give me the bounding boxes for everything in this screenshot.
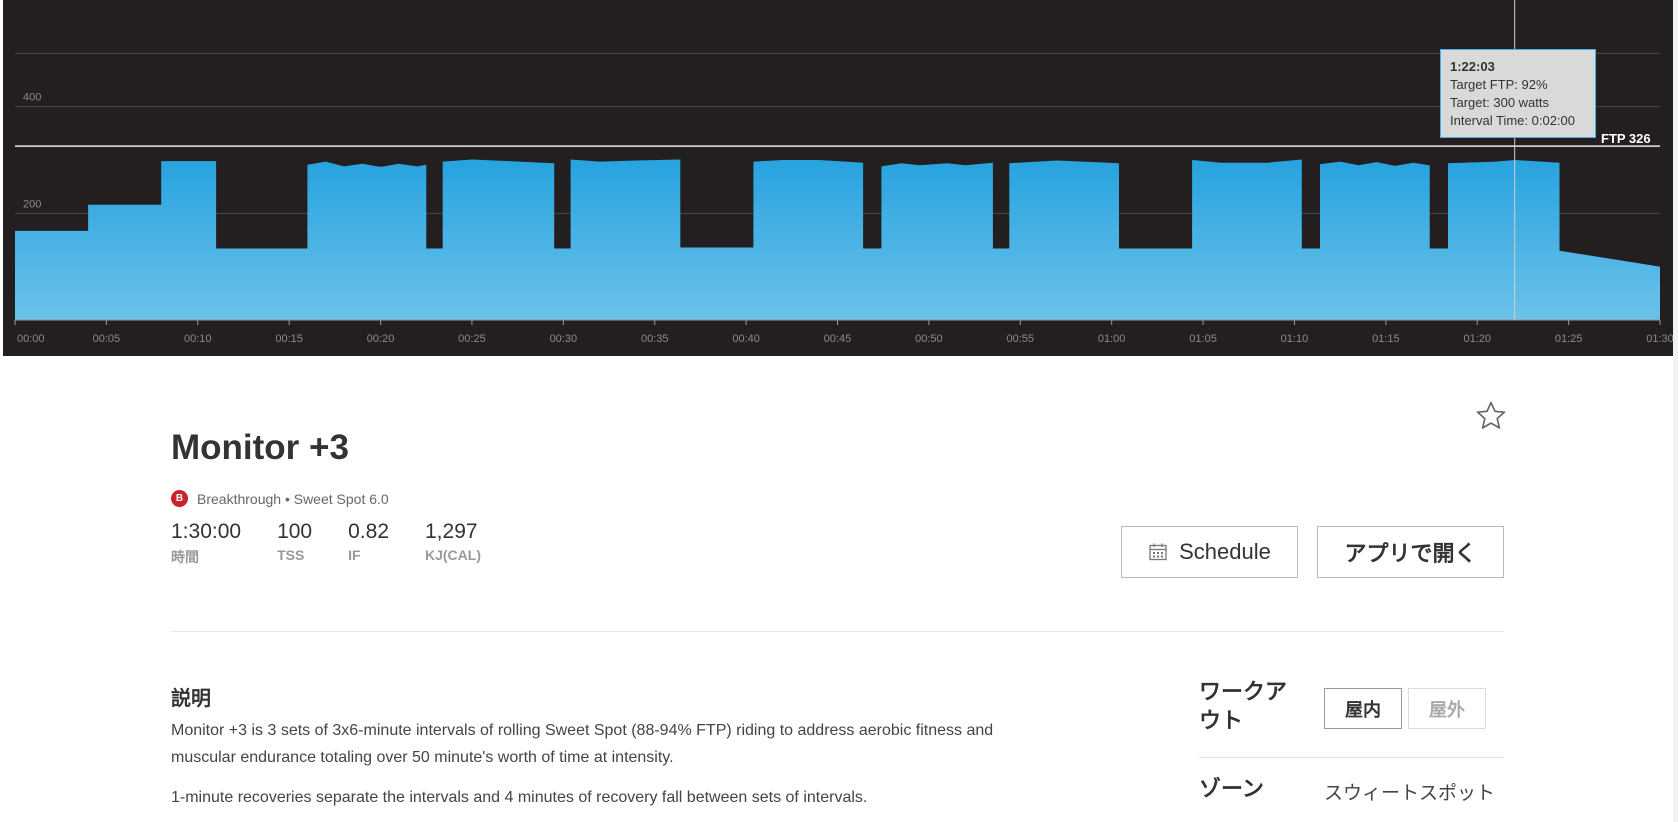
stat-label: KJ(CAL) [425, 547, 481, 563]
x-tick-label: 00:05 [93, 333, 121, 345]
x-tick-label: 00:10 [184, 333, 212, 345]
tooltip-target-ftp: Target FTP: 92% [1450, 77, 1548, 92]
x-tick-label: 01:30 [1646, 333, 1673, 345]
star-outline-icon[interactable] [1474, 399, 1508, 433]
stat-duration: 1:30:00 時間 [171, 520, 241, 567]
calendar-icon [1149, 543, 1167, 561]
power-profile-chart[interactable]: 200 400 00:00 00:05 00:10 00:15 00:20 00:25 00:… [3, 0, 1673, 356]
workout-chart[interactable]: 200 400 00:00 00:05 00:10 00:15 00:20 00:25 00:… [3, 0, 1673, 356]
outdoor-toggle[interactable]: 屋外 [1408, 688, 1486, 729]
x-tick-label: 01:15 [1372, 333, 1400, 345]
chart-tooltip: 1:22:03 Target FTP: 92% Target: 300 watt… [1440, 49, 1596, 138]
sidebar-divider [1199, 757, 1504, 758]
x-tick-label: 00:45 [824, 333, 852, 345]
stat-value: 1,297 [425, 520, 478, 543]
description-heading: 説明 [171, 688, 211, 710]
stat-label: 時間 [171, 549, 199, 565]
x-tick-label: 01:25 [1555, 333, 1583, 345]
schedule-label: Schedule [1179, 539, 1271, 564]
ftp-label: FTP 326 [1601, 131, 1651, 146]
workout-category: Breakthrough • Sweet Spot 6.0 [197, 490, 389, 507]
workout-title: Monitor +3 [171, 428, 349, 467]
open-in-app-button[interactable]: アプリで開く [1317, 526, 1504, 578]
schedule-button[interactable]: Schedule [1121, 526, 1298, 578]
tooltip-interval-time: Interval Time: 0:02:00 [1450, 113, 1576, 128]
stat-label: TSS [277, 547, 305, 563]
x-tick-label: 00:50 [915, 333, 943, 345]
tooltip-time: 1:22:03 [1450, 59, 1495, 74]
x-tick-label: 00:25 [458, 333, 486, 345]
x-tick-label: 00:35 [641, 333, 669, 345]
workout-type-label: ワークアウト [1199, 679, 1288, 733]
indoor-toggle[interactable]: 屋内 [1324, 688, 1402, 729]
stat-kj: 1,297 KJ(CAL) [425, 520, 481, 567]
zone-label: ゾーン [1199, 776, 1264, 801]
x-tick-label: 00:40 [732, 333, 760, 345]
zone-value: スウィートスポット [1324, 783, 1496, 804]
description-paragraph: 1-minute recoveries separate the interva… [171, 789, 868, 806]
stat-tss: 100 TSS [277, 520, 312, 567]
workout-stats: 1:30:00 時間 100 TSS 0.82 IF 1,297 KJ(CAL) [171, 520, 517, 567]
x-tick-label: 00:15 [275, 333, 303, 345]
y-tick-label: 200 [23, 198, 41, 210]
x-tick-label: 00:30 [550, 333, 578, 345]
stat-value: 0.82 [348, 520, 389, 543]
workout-meta: B Breakthrough • Sweet Spot 6.0 [171, 490, 389, 507]
x-tick-label: 01:10 [1281, 333, 1309, 345]
x-tick-label: 00:00 [17, 333, 45, 345]
x-tick-label: 01:00 [1098, 333, 1126, 345]
breakthrough-badge-icon: B [171, 490, 188, 507]
section-divider [171, 631, 1504, 632]
power-area [15, 159, 1660, 320]
x-tick-label: 01:05 [1189, 333, 1217, 345]
x-tick-label: 01:20 [1463, 333, 1491, 345]
tooltip-target-watts: Target: 300 watts [1450, 95, 1549, 110]
y-tick-label: 400 [23, 92, 41, 104]
x-tick-label: 00:20 [367, 333, 395, 345]
stat-value: 100 [277, 520, 313, 543]
description-paragraph: Monitor +3 is 3 sets of 3x6-minute inter… [171, 722, 994, 766]
stat-label: IF [348, 547, 361, 563]
stat-value: 1:30:00 [171, 520, 242, 543]
page-edge [1673, 0, 1678, 822]
stat-if: 0.82 IF [348, 520, 389, 567]
x-tick-label: 00:55 [1007, 333, 1035, 345]
